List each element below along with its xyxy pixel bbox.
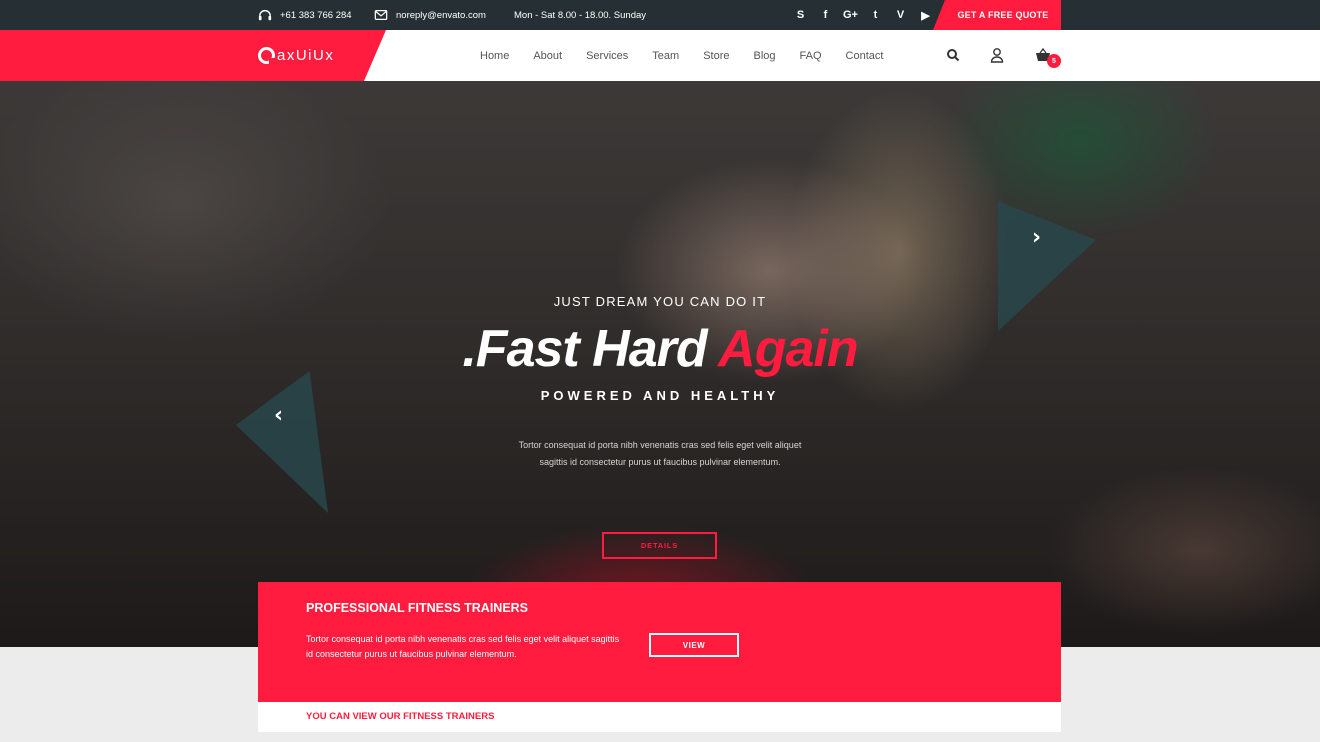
site-logo[interactable]: axUiUx bbox=[258, 44, 334, 66]
cart-count-badge: 5 bbox=[1047, 54, 1061, 68]
facebook-icon[interactable]: f bbox=[813, 0, 838, 30]
nav-about[interactable]: About bbox=[533, 50, 562, 62]
hero-subtitle: JUST DREAM YOU CAN DO IT bbox=[553, 294, 767, 309]
social-links: S f G+ t V ▶ bbox=[788, 0, 938, 30]
nav-store[interactable]: Store bbox=[703, 50, 729, 62]
trainers-subheading-strip: YOU CAN VIEW OUR FITNESS TRAINERS bbox=[258, 702, 1061, 732]
headset-icon bbox=[258, 10, 272, 21]
email-contact[interactable]: noreply@envato.com bbox=[374, 0, 486, 30]
hero-slider: ‹ › JUST DREAM YOU CAN DO IT .Fast Hard … bbox=[0, 81, 1320, 647]
nav-home[interactable]: Home bbox=[480, 50, 509, 62]
view-button[interactable]: VIEW bbox=[649, 633, 739, 657]
hero-tagline: POWERED AND HEALTHY bbox=[540, 388, 780, 403]
chevron-right-icon[interactable]: › bbox=[1032, 225, 1041, 250]
hero-title: .Fast Hard Again bbox=[0, 319, 1320, 379]
nav-services[interactable]: Services bbox=[586, 50, 628, 62]
hero-title-main: .Fast Hard bbox=[462, 320, 719, 378]
hours-text: Mon - Sat 8.00 - 18.00. Sunday bbox=[514, 9, 647, 21]
trainers-banner: PROFESSIONAL FITNESS TRAINERS Tortor con… bbox=[258, 582, 1061, 702]
hero-description: Tortor consequat id porta nibh venenatis… bbox=[518, 440, 802, 467]
opening-hours: Mon - Sat 8.00 - 18.00. Sunday bbox=[514, 0, 646, 30]
top-bar: +61 383 766 284 noreply@envato.com Mon -… bbox=[0, 0, 1320, 30]
email-text: noreply@envato.com bbox=[396, 9, 486, 21]
hero-title-accent: Again bbox=[718, 320, 858, 378]
phone-text: +61 383 766 284 bbox=[280, 9, 352, 21]
search-icon[interactable] bbox=[945, 47, 961, 63]
nav-contact[interactable]: Contact bbox=[846, 50, 884, 62]
nav-team[interactable]: Team bbox=[652, 50, 679, 62]
main-nav: Home About Services Team Store Blog FAQ … bbox=[480, 30, 907, 81]
nav-faq[interactable]: FAQ bbox=[800, 50, 822, 62]
trainers-description: Tortor consequat id porta nibh venenatis… bbox=[306, 634, 620, 659]
trainers-subheading: YOU CAN VIEW OUR FITNESS TRAINERS bbox=[306, 711, 495, 722]
chevron-left-icon[interactable]: ‹ bbox=[274, 403, 283, 428]
trainers-title: PROFESSIONAL FITNESS TRAINERS bbox=[306, 601, 529, 615]
google-plus-icon[interactable]: G+ bbox=[838, 0, 863, 30]
youtube-icon[interactable]: ▶ bbox=[913, 0, 938, 30]
details-button[interactable]: DETAILS bbox=[602, 532, 717, 559]
vimeo-icon[interactable]: V bbox=[888, 0, 913, 30]
twitter-icon[interactable]: t bbox=[863, 0, 888, 30]
free-quote-button[interactable]: GET A FREE QUOTE bbox=[933, 0, 1061, 30]
logo-text: axUiUx bbox=[277, 46, 335, 64]
skype-icon[interactable]: S bbox=[788, 0, 813, 30]
site-header: axUiUx Home About Services Team Store Bl… bbox=[0, 30, 1320, 81]
user-icon[interactable] bbox=[989, 47, 1005, 63]
logo-mark-icon bbox=[258, 46, 276, 65]
phone-contact[interactable]: +61 383 766 284 bbox=[258, 0, 352, 30]
envelope-icon bbox=[374, 10, 388, 20]
nav-blog[interactable]: Blog bbox=[753, 50, 775, 62]
